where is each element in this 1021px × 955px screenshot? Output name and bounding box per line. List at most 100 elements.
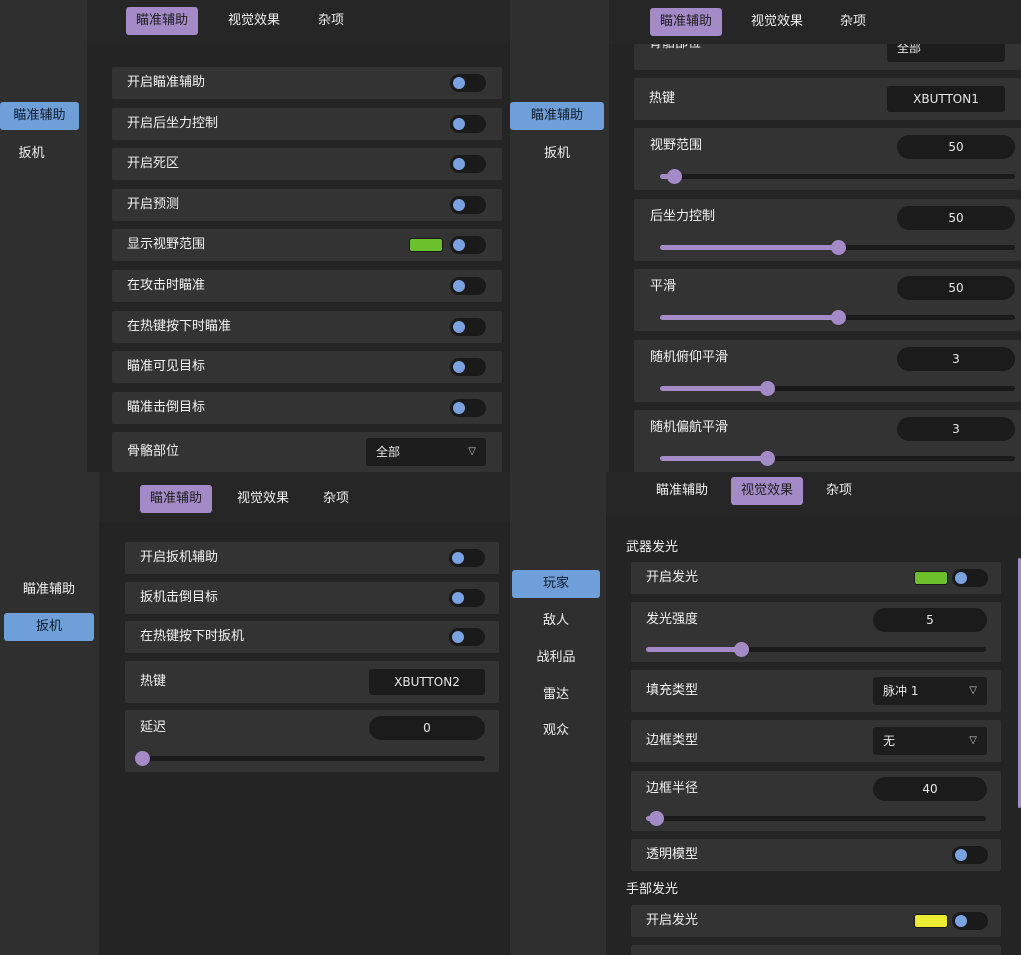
- hotkey-button[interactable]: XBUTTON1: [887, 86, 1005, 112]
- slider-label: 平滑: [650, 279, 677, 295]
- tab-misc[interactable]: 杂项: [816, 477, 862, 505]
- toggle-switch[interactable]: [450, 317, 486, 336]
- slider-thumb[interactable]: [667, 169, 682, 184]
- slider-fill: [660, 315, 838, 321]
- chevron-down-icon: ▽: [969, 735, 977, 746]
- toggle-switch[interactable]: [449, 628, 485, 646]
- transparent-model-label: 透明模型: [646, 847, 699, 862]
- toggle-switch[interactable]: [450, 74, 486, 92]
- toggle-switch[interactable]: [450, 114, 486, 133]
- toggle-switch[interactable]: [450, 195, 486, 214]
- bone-select[interactable]: 全部: [887, 44, 1005, 62]
- toggle-switch[interactable]: [450, 155, 486, 174]
- tab-aim-assist[interactable]: 瞄准辅助: [126, 7, 199, 35]
- tab-misc[interactable]: 杂项: [313, 485, 359, 513]
- weapon-glow-heading: 武器发光: [626, 540, 679, 555]
- sidebar: [0, 0, 87, 472]
- fill-type-select[interactable]: 脉冲 1 ▽: [873, 677, 987, 705]
- glow-intensity-slider[interactable]: [646, 642, 986, 657]
- slider-track[interactable]: [660, 169, 1015, 184]
- sidebar-item-spectator[interactable]: 观众: [512, 717, 600, 745]
- slider-value[interactable]: 50: [897, 276, 1015, 301]
- slider-track[interactable]: [660, 451, 1015, 467]
- tab-misc[interactable]: 杂项: [830, 8, 876, 36]
- sidebar-item-trigger[interactable]: 扳机: [0, 140, 63, 168]
- color-swatch[interactable]: [914, 914, 948, 928]
- tab-visual-effects[interactable]: 视觉效果: [218, 7, 290, 35]
- tab-aim-assist[interactable]: 瞄准辅助: [140, 485, 213, 513]
- border-radius-value[interactable]: 40: [873, 777, 987, 801]
- glow-intensity-value[interactable]: 5: [873, 608, 987, 632]
- row-label: 显示视野范围: [127, 237, 206, 253]
- tab-visual-effects[interactable]: 视觉效果: [227, 485, 299, 513]
- slider-value[interactable]: 50: [897, 135, 1015, 159]
- bone-row: 骨骼部位 全部 ▽: [112, 432, 502, 472]
- tab-aim-assist[interactable]: 瞄准辅助: [646, 477, 718, 505]
- slider-thumb[interactable]: [135, 751, 150, 766]
- slider-thumb[interactable]: [760, 380, 775, 396]
- toggle-row: 开启后坐力控制: [112, 107, 502, 140]
- toggle-switch[interactable]: [450, 277, 486, 295]
- toggle-switch[interactable]: [449, 588, 485, 607]
- hotkey-button[interactable]: XBUTTON2: [369, 669, 485, 695]
- toggle-switch[interactable]: [450, 236, 486, 255]
- sidebar-item-aim-assist[interactable]: 瞄准辅助: [0, 102, 79, 130]
- slider-value[interactable]: 50: [897, 205, 1015, 230]
- bone-select-value: 全部: [376, 445, 401, 459]
- slider-fill: [660, 385, 767, 391]
- slider-value[interactable]: 3: [897, 346, 1015, 371]
- slider-label: 随机俯仰平滑: [650, 349, 729, 365]
- border-type-row: 边框类型 无 ▽: [631, 720, 1001, 762]
- slider-thumb[interactable]: [734, 642, 749, 657]
- slider-label: 随机偏航平滑: [650, 420, 729, 436]
- border-radius-slider[interactable]: [646, 811, 986, 826]
- slider-value[interactable]: 3: [897, 417, 1015, 442]
- sidebar-item-loot[interactable]: 战利品: [512, 644, 600, 672]
- slider-track[interactable]: [660, 380, 1015, 396]
- toggle-switch[interactable]: [952, 912, 988, 930]
- bone-select[interactable]: 全部 ▽: [366, 438, 486, 466]
- slider-thumb[interactable]: [649, 811, 664, 826]
- bone-select-value: 全部: [897, 44, 922, 55]
- toggle-row: 在热键按下时瞄准: [112, 310, 502, 343]
- slider-thumb[interactable]: [760, 451, 775, 467]
- delay-label: 延迟: [140, 720, 167, 735]
- border-type-select[interactable]: 无 ▽: [873, 727, 987, 755]
- toggle-knob: [453, 198, 465, 211]
- hand-glow-enable-label: 开启发光: [646, 913, 699, 928]
- sidebar-item-aim-assist[interactable]: 瞄准辅助: [4, 576, 94, 604]
- panel-aim-settings: 瞄准辅助 视觉效果 杂项 瞄准辅助 扳机 开启瞄准辅助 开启后坐力控制 开启死区 开启…: [0, 0, 510, 472]
- toggle-switch[interactable]: [952, 569, 988, 587]
- toggle-switch[interactable]: [449, 549, 485, 567]
- tab-aim-assist[interactable]: 瞄准辅助: [650, 8, 723, 36]
- slider-track[interactable]: [660, 310, 1015, 326]
- sidebar-item-radar[interactable]: 雷达: [512, 681, 600, 709]
- toggle-switch[interactable]: [450, 398, 486, 417]
- slider-row: 视野范围 50: [634, 128, 1021, 190]
- delay-value[interactable]: 0: [369, 716, 485, 740]
- toggle-switch[interactable]: [450, 358, 486, 377]
- tab-misc[interactable]: 杂项: [308, 7, 354, 35]
- slider-thumb[interactable]: [831, 310, 846, 326]
- hotkey-label: 热键: [140, 674, 167, 689]
- color-swatch[interactable]: [409, 238, 443, 253]
- tab-visual-effects[interactable]: 视觉效果: [731, 477, 804, 505]
- toggle-row: 瞄准可见目标: [112, 351, 502, 384]
- sidebar-item-enemy[interactable]: 敌人: [512, 607, 600, 635]
- toggle-row: 开启预测: [112, 188, 502, 221]
- toggle-knob: [452, 552, 464, 564]
- toggle-knob: [955, 915, 967, 927]
- sidebar-item-trigger[interactable]: 扳机: [4, 613, 94, 641]
- tab-visual-effects[interactable]: 视觉效果: [741, 8, 813, 36]
- toggle-switch[interactable]: [952, 846, 988, 864]
- sidebar-item-player[interactable]: 玩家: [512, 570, 600, 598]
- slider-thumb[interactable]: [831, 239, 846, 255]
- sidebar: [0, 472, 99, 955]
- panel-trigger-settings: 瞄准辅助 视觉效果 杂项 瞄准辅助 扳机 开启扳机辅助 扳机击倒目标 在热键按下时扳…: [0, 472, 510, 955]
- hotkey-row: 热键 XBUTTON2: [125, 661, 499, 703]
- sidebar-item-aim-assist[interactable]: 瞄准辅助: [510, 102, 604, 130]
- sidebar-item-trigger[interactable]: 扳机: [510, 140, 604, 168]
- slider-track[interactable]: [660, 239, 1015, 255]
- color-swatch[interactable]: [914, 571, 948, 585]
- delay-slider[interactable]: [135, 751, 485, 766]
